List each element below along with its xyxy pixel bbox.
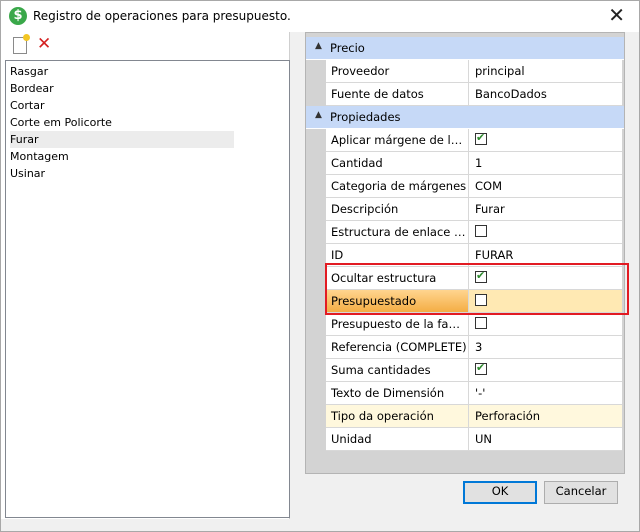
operations-list[interactable]: Rasgar Bordear Cortar Corte em Policorte… <box>5 60 290 518</box>
property-grid: ▲ Precio Proveedor principal Fuente de d… <box>305 32 625 474</box>
title-bar: $ Registro de operaciones para presupues… <box>1 1 639 32</box>
list-item[interactable]: Rasgar <box>10 63 234 80</box>
delete-operation-icon[interactable]: ✕ <box>37 34 51 54</box>
close-icon[interactable]: ✕ <box>608 4 625 26</box>
checkbox-checked[interactable] <box>475 131 487 145</box>
property-row[interactable]: Presupuesto de la familia... <box>326 313 622 336</box>
property-row[interactable]: Texto de Dimensión '-' <box>326 382 622 405</box>
list-item[interactable]: Corte em Policorte <box>10 114 234 131</box>
list-item[interactable]: Montagem <box>10 148 234 165</box>
property-row[interactable]: Aplicar márgene de lo pai <box>326 129 622 152</box>
new-operation-icon[interactable] <box>13 34 30 54</box>
property-row[interactable]: Tipo da operación Perforación <box>326 405 622 428</box>
property-row[interactable]: ID FURAR <box>326 244 622 267</box>
category-propiedades[interactable]: ▲ Propiedades <box>306 106 624 129</box>
property-row[interactable]: Proveedor principal <box>326 60 622 83</box>
chevron-up-icon[interactable]: ▲ <box>315 41 322 51</box>
checkbox-unchecked[interactable] <box>475 294 487 306</box>
cancel-button[interactable]: Cancelar <box>544 481 618 504</box>
property-row-selected[interactable]: Presupuestado <box>326 290 622 313</box>
property-row[interactable]: Descripción Furar <box>326 198 622 221</box>
list-item-selected[interactable]: Furar <box>10 131 234 148</box>
checkbox-checked[interactable] <box>475 269 487 283</box>
operations-panel: ✕ Rasgar Bordear Cortar Corte em Policor… <box>1 32 290 519</box>
window-title: Registro de operaciones para presupuesto… <box>33 9 291 23</box>
category-precio[interactable]: ▲ Precio <box>306 37 624 60</box>
checkbox-checked[interactable] <box>475 361 487 375</box>
operations-toolbar: ✕ <box>1 32 289 58</box>
property-row[interactable]: Ocultar estructura <box>326 267 622 290</box>
ok-button[interactable]: OK <box>463 481 537 504</box>
checkbox-unchecked[interactable] <box>475 225 487 237</box>
dollar-icon: $ <box>9 7 27 25</box>
property-row[interactable]: Suma cantidades <box>326 359 622 382</box>
property-row[interactable]: Referencia (COMPLETE) 3 <box>326 336 622 359</box>
property-row[interactable]: Fuente de datos BancoDados <box>326 83 622 106</box>
chevron-up-icon[interactable]: ▲ <box>315 110 322 120</box>
dialog-window: $ Registro de operaciones para presupues… <box>0 0 640 532</box>
list-item[interactable]: Bordear <box>10 80 234 97</box>
property-row[interactable]: Unidad UN <box>326 428 622 451</box>
property-row[interactable]: Categoria de márgenes COM <box>326 175 622 198</box>
property-row[interactable]: Cantidad 1 <box>326 152 622 175</box>
property-row[interactable]: Estructura de enlace a la p... <box>326 221 622 244</box>
list-item[interactable]: Cortar <box>10 97 234 114</box>
list-item[interactable]: Usinar <box>10 165 234 182</box>
checkbox-unchecked[interactable] <box>475 317 487 329</box>
